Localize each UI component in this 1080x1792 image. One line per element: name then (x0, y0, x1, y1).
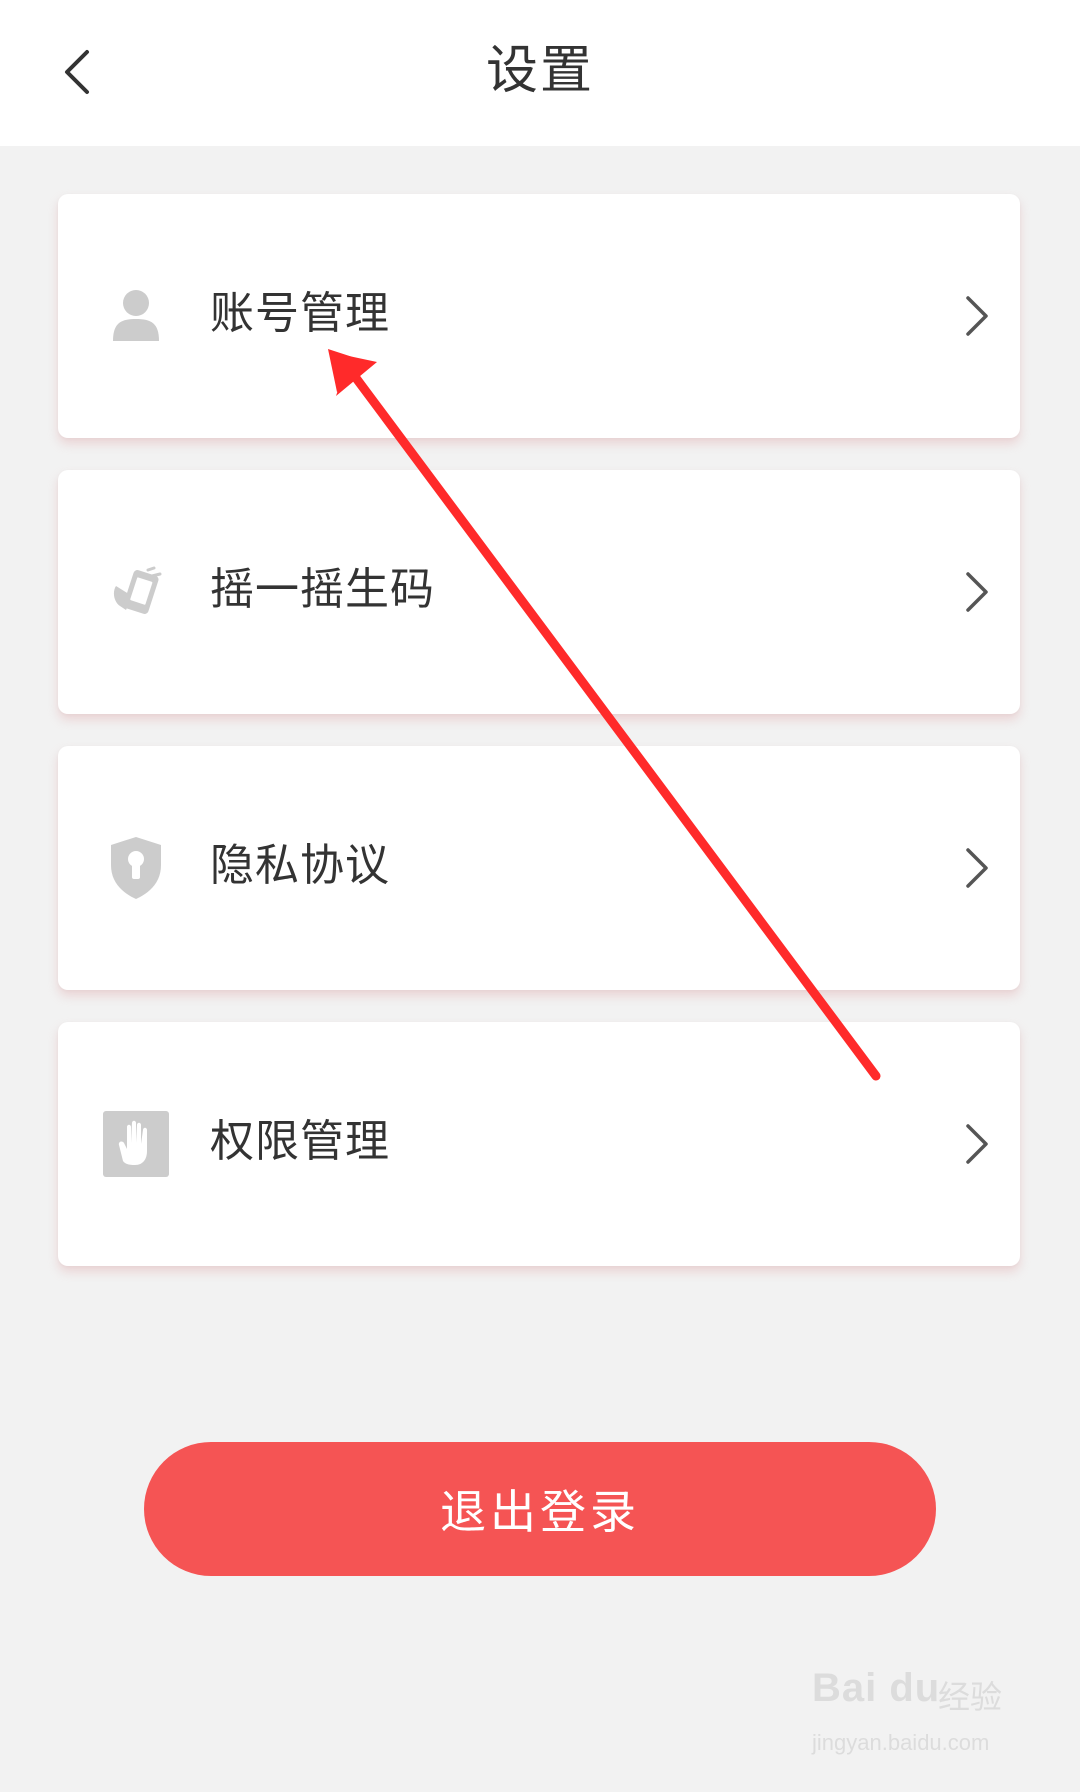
menu-item-label: 隐私协议 (210, 840, 390, 891)
chevron-right-icon (966, 848, 988, 888)
watermark-text: 经验 (938, 1678, 1003, 1716)
menu-item-account[interactable]: 账号管理 (58, 194, 1020, 438)
top-bar: 设置 (0, 0, 1080, 146)
shake-phone-icon (96, 554, 176, 630)
hand-icon (96, 1106, 176, 1182)
watermark-logo: Bai du (812, 1666, 941, 1710)
watermark: Bai du 经验 jingyan.baidu.com (812, 1660, 1022, 1770)
user-icon (96, 278, 176, 354)
watermark-url: jingyan.baidu.com (812, 1730, 990, 1755)
menu-item-label: 权限管理 (210, 1116, 390, 1167)
shield-lock-icon (96, 830, 176, 906)
menu-item-privacy[interactable]: 隐私协议 (58, 746, 1020, 990)
menu-item-shake-code[interactable]: 摇一摇生码 (58, 470, 1020, 714)
menu-item-label: 账号管理 (210, 288, 390, 339)
logout-button[interactable]: 退出登录 (144, 1442, 936, 1576)
menu-item-label: 摇一摇生码 (210, 564, 435, 615)
chevron-right-icon (966, 1124, 988, 1164)
menu-item-permissions[interactable]: 权限管理 (58, 1022, 1020, 1266)
chevron-right-icon (966, 572, 988, 612)
page-title: 设置 (485, 41, 594, 101)
chevron-right-icon (966, 296, 988, 336)
